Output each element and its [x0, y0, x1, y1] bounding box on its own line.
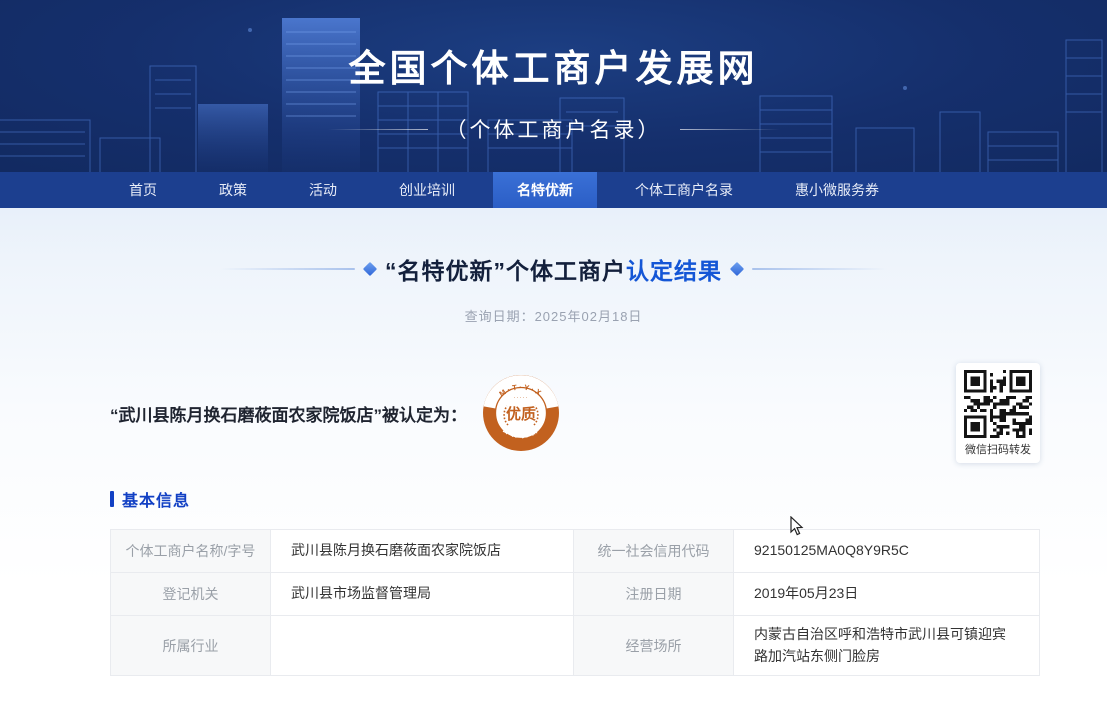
- title-diamond-left: [363, 262, 377, 276]
- recognition-statement: “武川县陈月换石磨莜面农家院饭店”被认定为：: [110, 401, 467, 426]
- qr-caption: 微信扫码转发: [965, 441, 1031, 457]
- table-row: 所属行业 经营场所 内蒙古自治区呼和浩特市武川县可镇迎宾路加汽站东侧门脸房: [111, 616, 1040, 676]
- site-title: 全国个体工商户发展网: [0, 0, 1107, 92]
- cell-value: 2019年05月23日: [734, 573, 1040, 616]
- main-navigation: 首页 政策 活动 创业培训 名特优新 个体工商户名录 惠小微服务券: [0, 172, 1107, 208]
- badge-center-text: 优质: [506, 405, 536, 423]
- site-subtitle: （个体工商户名录）: [446, 114, 662, 144]
- cell-value: 92150125MA0Q8Y9R5C: [734, 530, 1040, 573]
- content-area: “名特优新”个体工商户认定结果 查询日期：2025年02月18日 “武川县陈月换…: [0, 208, 1107, 711]
- section-title: 基本信息: [122, 487, 190, 511]
- title-line-left: [220, 268, 355, 270]
- quality-seal-badge: M·T·Y·X ····· 优质 名特优新: [481, 373, 561, 453]
- title-diamond-right: [730, 262, 744, 276]
- recognition-row: “武川县陈月换石磨莜面农家院饭店”被认定为： M·T·Y·X ··: [110, 363, 1040, 463]
- cell-value: [271, 616, 574, 676]
- nav-item-mtyx[interactable]: 名特优新: [493, 172, 597, 208]
- cell-label: 个体工商户名称/字号: [111, 530, 271, 573]
- cell-label: 登记机关: [111, 573, 271, 616]
- title-line-right: [752, 268, 887, 270]
- mouse-cursor: [790, 516, 807, 536]
- subtitle-line-left: [328, 129, 428, 130]
- wechat-qr-card: 微信扫码转发: [956, 363, 1040, 463]
- page-title: “名特优新”个体工商户认定结果: [385, 252, 722, 286]
- section-basic-info: 基本信息: [110, 487, 1040, 511]
- nav-item-directory[interactable]: 个体工商户名录: [611, 172, 757, 208]
- cell-value: 内蒙古自治区呼和浩特市武川县可镇迎宾路加汽站东侧门脸房: [734, 616, 1040, 676]
- cell-value: 武川县陈月换石磨莜面农家院饭店: [271, 530, 574, 573]
- nav-item-activity[interactable]: 活动: [285, 172, 361, 208]
- nav-item-home[interactable]: 首页: [105, 172, 181, 208]
- query-date: 查询日期：2025年02月18日: [0, 306, 1107, 325]
- cell-label: 所属行业: [111, 616, 271, 676]
- nav-item-training[interactable]: 创业培训: [375, 172, 479, 208]
- cell-label: 经营场所: [574, 616, 734, 676]
- table-row: 登记机关 武川县市场监督管理局 注册日期 2019年05月23日: [111, 573, 1040, 616]
- section-bar-icon: [110, 491, 114, 507]
- subtitle-line-right: [680, 129, 780, 130]
- basic-info-table: 个体工商户名称/字号 武川县陈月换石磨莜面农家院饭店 统一社会信用代码 9215…: [110, 529, 1040, 676]
- table-row: 个体工商户名称/字号 武川县陈月换石磨莜面农家院饭店 统一社会信用代码 9215…: [111, 530, 1040, 573]
- cell-label: 统一社会信用代码: [574, 530, 734, 573]
- header-banner: 全国个体工商户发展网 （个体工商户名录）: [0, 0, 1107, 172]
- cell-label: 注册日期: [574, 573, 734, 616]
- nav-item-voucher[interactable]: 惠小微服务券: [771, 172, 903, 208]
- badge-dots: ·····: [514, 395, 529, 401]
- page-title-row: “名特优新”个体工商户认定结果: [0, 208, 1107, 286]
- qr-code: [964, 370, 1032, 438]
- cell-value: 武川县市场监督管理局: [271, 573, 574, 616]
- nav-item-policy[interactable]: 政策: [195, 172, 271, 208]
